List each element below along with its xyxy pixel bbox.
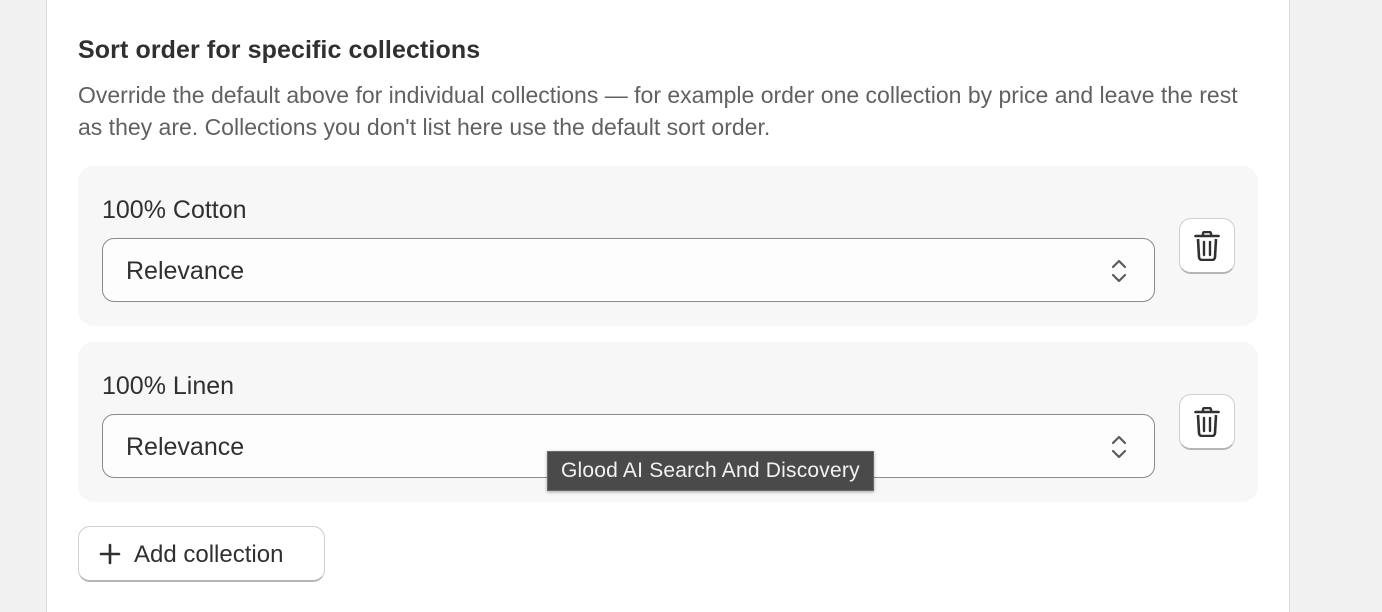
trash-icon: [1194, 406, 1220, 437]
plus-icon: [99, 543, 121, 565]
sort-order-value: Relevance: [126, 257, 245, 285]
sort-order-select[interactable]: Relevance: [102, 238, 1155, 302]
collection-label: 100% Cotton: [102, 196, 247, 224]
add-collection-button[interactable]: Add collection: [78, 526, 325, 582]
section-description: Override the default above for individua…: [78, 82, 1238, 140]
collection-row: 100% Cotton Relevance: [78, 166, 1258, 326]
sort-order-value: Relevance: [126, 433, 245, 461]
app-name-tooltip: Glood AI Search And Discovery: [547, 451, 874, 491]
add-collection-label: Add collection: [134, 541, 284, 568]
section-title: Sort order for specific collections: [78, 36, 481, 64]
collection-label: 100% Linen: [102, 372, 235, 400]
settings-card: Sort order for specific collections Over…: [46, 0, 1290, 612]
trash-icon: [1194, 230, 1220, 261]
delete-collection-button[interactable]: [1179, 218, 1235, 274]
select-chevron-icon: [1111, 259, 1127, 283]
select-chevron-icon: [1111, 435, 1127, 459]
delete-collection-button[interactable]: [1179, 394, 1235, 450]
